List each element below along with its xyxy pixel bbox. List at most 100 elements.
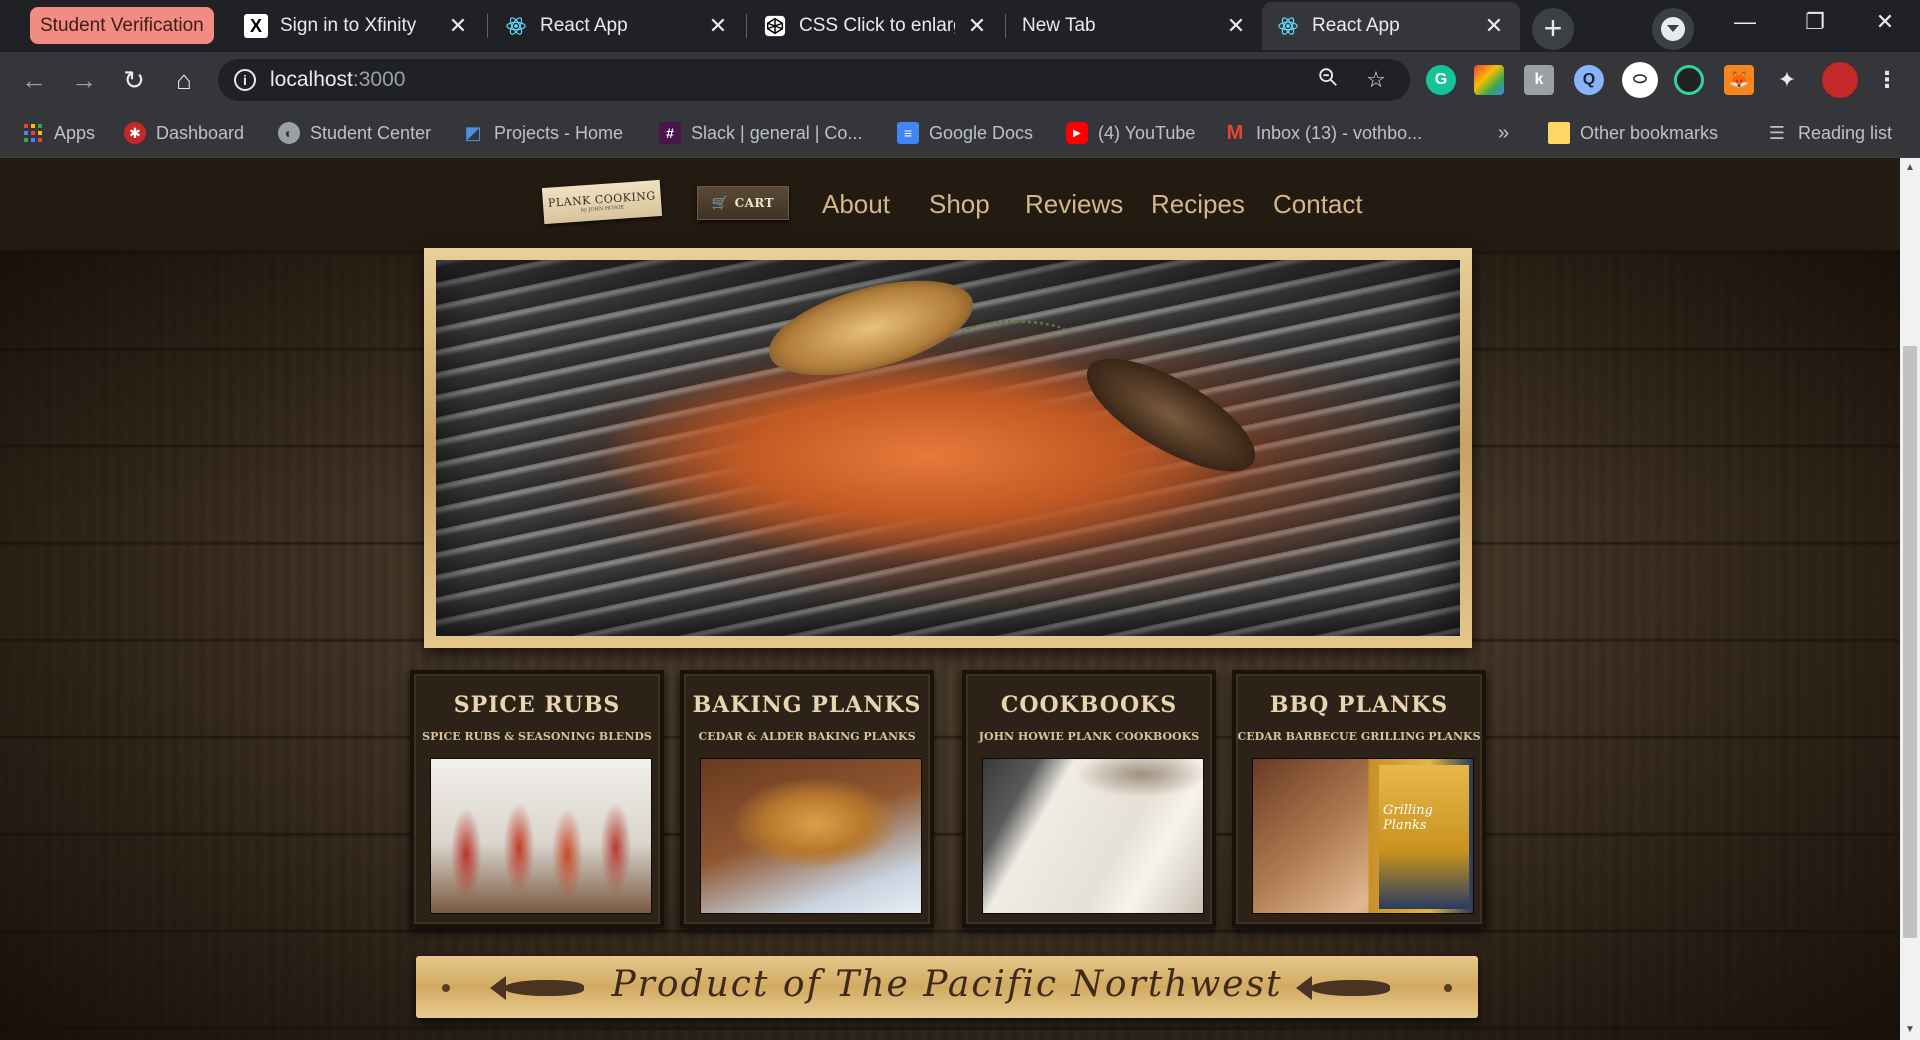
page-viewport: PLANK COOKING by JOHN HOWIE 🛒 CART About… xyxy=(0,158,1900,1040)
chevron-down-icon xyxy=(1661,17,1685,41)
product-title: SPICE RUBS xyxy=(453,692,621,718)
address-bar[interactable]: i localhost:3000 ☆ xyxy=(218,59,1410,101)
metamask-icon[interactable]: 🦊 xyxy=(1724,65,1754,95)
x-logo-icon: X xyxy=(244,14,268,38)
cart-button[interactable]: 🛒 CART xyxy=(697,186,789,220)
new-tab-button[interactable]: + xyxy=(1532,8,1574,50)
extension-target-icon[interactable] xyxy=(1674,65,1704,95)
extension-gray-icon[interactable]: k xyxy=(1524,65,1554,95)
dill-garnish xyxy=(956,320,1076,360)
grilling-planks-book: Grilling Planks xyxy=(1379,765,1469,909)
product-subtitle: SPICE RUBS & SEASONING BLENDS xyxy=(422,730,652,743)
chrome-menu-icon[interactable]: ⋮ xyxy=(1872,65,1902,95)
lemon-slice xyxy=(1071,337,1271,493)
tab-codepen[interactable]: CSS Click to enlarge ✕ xyxy=(749,2,1003,50)
nav-reviews[interactable]: Reviews xyxy=(1025,184,1123,224)
tab-search-button[interactable] xyxy=(1652,8,1694,50)
pacific-northwest-banner: Product of The Pacific Northwest xyxy=(416,956,1478,1018)
scrollbar-thumb[interactable] xyxy=(1903,346,1917,938)
gmail-icon: M xyxy=(1226,121,1244,144)
bookmark-other[interactable]: Other bookmarks xyxy=(1548,108,1718,158)
hero-banner xyxy=(424,248,1472,648)
site-header: PLANK COOKING by JOHN HOWIE 🛒 CART About… xyxy=(0,158,1900,250)
bookmark-label: Inbox (13) - vothbo... xyxy=(1256,122,1423,143)
product-card-cookbooks[interactable]: COOKBOOKS JOHN HOWIE PLANK COOKBOOKS xyxy=(962,670,1216,928)
student-center-icon: ◐ xyxy=(278,122,300,144)
extensions-puzzle-icon[interactable]: ✦ xyxy=(1772,65,1802,95)
bookmark-projects-home[interactable]: ◩ Projects - Home xyxy=(462,108,623,158)
close-icon[interactable]: ✕ xyxy=(706,14,730,38)
product-card-bbq-planks[interactable]: BBQ PLANKS CEDAR BARBECUE GRILLING PLANK… xyxy=(1232,670,1486,928)
tab-title: Sign in to Xfinity xyxy=(280,15,417,36)
forward-button[interactable]: → xyxy=(64,60,104,100)
product-title: BBQ PLANKS xyxy=(1269,692,1449,718)
product-title: BAKING PLANKS xyxy=(692,692,922,718)
bookmark-youtube[interactable]: ▶ (4) YouTube xyxy=(1066,108,1195,158)
bookmark-google-docs[interactable]: ≡ Google Docs xyxy=(897,108,1033,158)
extension-mouse-icon[interactable]: ⬭ xyxy=(1622,62,1658,98)
bookmark-star-icon[interactable]: ☆ xyxy=(1362,66,1390,94)
close-icon[interactable]: ✕ xyxy=(446,14,470,38)
site-logo[interactable]: PLANK COOKING by JOHN HOWIE xyxy=(541,179,663,225)
tab-separator xyxy=(746,14,747,38)
back-button[interactable]: ← xyxy=(14,60,54,100)
tab-title: New Tab xyxy=(1022,15,1096,36)
close-icon[interactable]: ✕ xyxy=(1224,14,1248,38)
page-scrollbar[interactable]: ▲ ▼ xyxy=(1900,158,1920,1040)
extension-search-icon[interactable]: Q xyxy=(1574,65,1604,95)
tab-title: React App xyxy=(540,15,628,36)
url-port: :3000 xyxy=(352,68,406,91)
tab-strip: Student Verification X Sign in to Xfinit… xyxy=(0,0,1920,52)
nav-contact[interactable]: Contact xyxy=(1273,184,1363,224)
profile-avatar[interactable] xyxy=(1822,62,1858,98)
product-subtitle: CEDAR & ALDER BAKING PLANKS xyxy=(698,730,916,743)
close-icon[interactable]: ✕ xyxy=(965,14,989,38)
bookmark-dashboard[interactable]: ✱ Dashboard xyxy=(124,108,244,158)
grammarly-icon[interactable]: G xyxy=(1426,65,1456,95)
apps-grid-icon xyxy=(22,122,44,144)
tab-group-chip[interactable]: Student Verification xyxy=(30,7,214,44)
bookmark-label: (4) YouTube xyxy=(1098,122,1196,143)
product-subtitle: CEDAR BARBECUE GRILLING PLANKS xyxy=(1237,730,1481,743)
lemon-slice xyxy=(759,262,983,394)
close-icon[interactable]: ✕ xyxy=(1482,14,1506,38)
bookmarks-overflow-button[interactable]: » xyxy=(1498,108,1509,158)
zoom-icon[interactable] xyxy=(1314,66,1342,94)
react-icon xyxy=(1276,14,1300,38)
tab-react-app-active[interactable]: React App ✕ xyxy=(1262,2,1520,50)
bookmark-label: Projects - Home xyxy=(494,122,624,143)
nav-recipes[interactable]: Recipes xyxy=(1151,184,1245,224)
reading-list-button[interactable]: ☰ Reading list xyxy=(1766,108,1892,158)
bookmark-label: Reading list xyxy=(1798,122,1893,143)
tab-react-app[interactable]: React App ✕ xyxy=(490,2,744,50)
scroll-down-icon[interactable]: ▼ xyxy=(1900,1020,1920,1040)
close-window-button[interactable]: ✕ xyxy=(1850,0,1920,44)
minimize-button[interactable]: — xyxy=(1710,0,1780,44)
restore-button[interactable]: ❐ xyxy=(1780,0,1850,44)
product-card-spice-rubs[interactable]: SPICE RUBS SPICE RUBS & SEASONING BLENDS xyxy=(410,670,664,928)
bookmark-apps[interactable]: Apps xyxy=(22,108,95,158)
reading-list-icon: ☰ xyxy=(1768,122,1786,143)
azure-devops-icon: ◩ xyxy=(464,122,482,143)
extension-color-icon[interactable] xyxy=(1474,65,1504,95)
bookmark-slack[interactable]: # Slack | general | Co... xyxy=(659,108,862,158)
react-icon xyxy=(504,14,528,38)
product-card-baking-planks[interactable]: BAKING PLANKS CEDAR & ALDER BAKING PLANK… xyxy=(680,670,934,928)
baking-planks-image xyxy=(700,758,922,914)
site-info-icon[interactable]: i xyxy=(234,69,256,91)
bookmark-label: Apps xyxy=(54,122,96,143)
reload-button[interactable]: ↻ xyxy=(114,60,154,100)
nav-about[interactable]: About xyxy=(822,184,890,224)
tab-separator xyxy=(1005,14,1006,38)
home-button[interactable]: ⌂ xyxy=(164,60,204,100)
bookmark-student-center[interactable]: ◐ Student Center xyxy=(278,108,431,158)
tab-xfinity[interactable]: X Sign in to Xfinity ✕ xyxy=(230,2,484,50)
slack-icon: # xyxy=(659,122,681,144)
bookmark-gmail[interactable]: M Inbox (13) - vothbo... xyxy=(1224,108,1422,158)
cookbooks-image xyxy=(982,758,1204,914)
cart-label: CART xyxy=(734,196,775,210)
tab-new-tab[interactable]: New Tab ✕ xyxy=(1008,2,1262,50)
nav-shop[interactable]: Shop xyxy=(929,184,990,224)
scroll-up-icon[interactable]: ▲ xyxy=(1900,158,1920,178)
address-url: localhost:3000 xyxy=(270,59,405,101)
